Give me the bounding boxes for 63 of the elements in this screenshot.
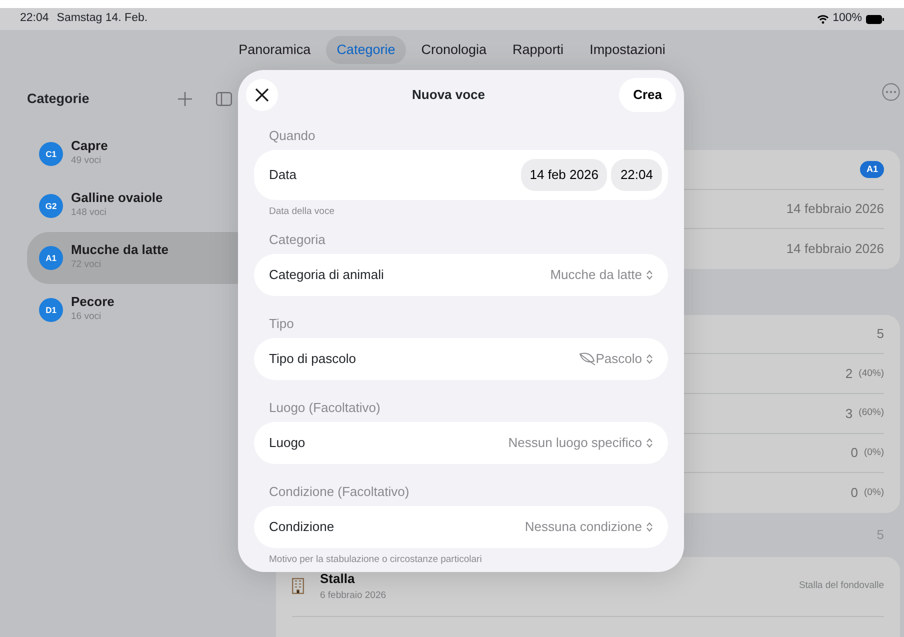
section-label: Quando [269,128,316,143]
sidebar-toggle-icon[interactable] [216,92,232,106]
close-icon [255,88,269,102]
tab[interactable]: Panoramica [228,36,322,64]
tab[interactable]: Rapporti [502,36,575,64]
create-button[interactable]: Crea [619,78,676,112]
category-name: Capre [71,139,108,154]
date-value: 14 febbraio 2026 [786,200,884,218]
field-label: Condizione [269,518,334,536]
category-name: Pecore [71,295,114,310]
field-label: Tipo di pascolo [269,350,356,368]
stat-share: (40%) [858,366,884,381]
category-name: Mucche da latte [71,243,169,258]
field-footnote: Motivo per la stabulazione o circostanze particolari [268,553,483,566]
stat-share: (60%) [858,406,884,420]
stat-share: (0%) [864,446,884,460]
building-icon [292,578,304,594]
battery-icon [866,14,884,24]
more-icon[interactable] [882,83,900,101]
sidebar-title: Categorie [27,90,90,108]
location-date: 6 febbraio 2026 [320,588,388,603]
date-value: 14 febbraio 2026 [786,240,884,258]
date-picker[interactable]: 14 feb 2026 [520,159,608,191]
time-picker[interactable]: 22:04 [611,159,662,191]
status-date: Samstag 14. Feb. [56,11,148,26]
entry-count: 148 voci [71,206,108,220]
wifi-icon [816,14,829,24]
category-badge: A1 [860,160,884,178]
chevron-up-down-icon [646,522,653,532]
stat-value: 0 [850,444,858,462]
status-time: 22:04 [20,11,49,26]
leaf-icon [578,352,596,366]
entry-count: 49 voci [71,154,102,168]
chevron-up-down-icon [646,270,653,280]
section-label: Categoria [269,232,326,247]
field-label: Categoria di animali [269,266,384,284]
add-icon[interactable] [178,92,192,106]
field-footnote: Data della voce [268,205,336,218]
stat-value: 3 [845,404,853,423]
location-place: Stalla del fondovalle [798,579,884,594]
field-label: Luogo [269,434,306,452]
tab[interactable]: Impostazioni [578,36,676,64]
field-label: Data [269,166,296,184]
category-avatar: G2 [39,194,63,218]
category-avatar: A1 [39,246,63,270]
category-avatar: C1 [39,142,63,166]
category-avatar: D1 [39,298,63,322]
tab[interactable]: Cronologia [410,36,498,64]
sheet-title: Nuova voce [412,86,486,104]
chevron-up-down-icon [646,354,653,364]
stat-value: 5 [876,325,884,344]
location-name: Stalla [320,570,356,588]
section-label: Tipo [269,316,294,331]
section-label: Condizione (Facoltativo) [269,484,410,499]
entry-count: 16 voci [71,310,102,324]
category-name: Galline ovaiole [71,191,163,206]
close-button[interactable] [246,79,278,111]
stat-share: (0%) [864,486,884,500]
section-label: Luogo (Facoltativo) [269,400,380,415]
stat-value: 2 [845,364,853,383]
chevron-up-down-icon [646,438,653,448]
battery-level: 100% [832,11,862,26]
stat-value: 0 [850,484,858,502]
